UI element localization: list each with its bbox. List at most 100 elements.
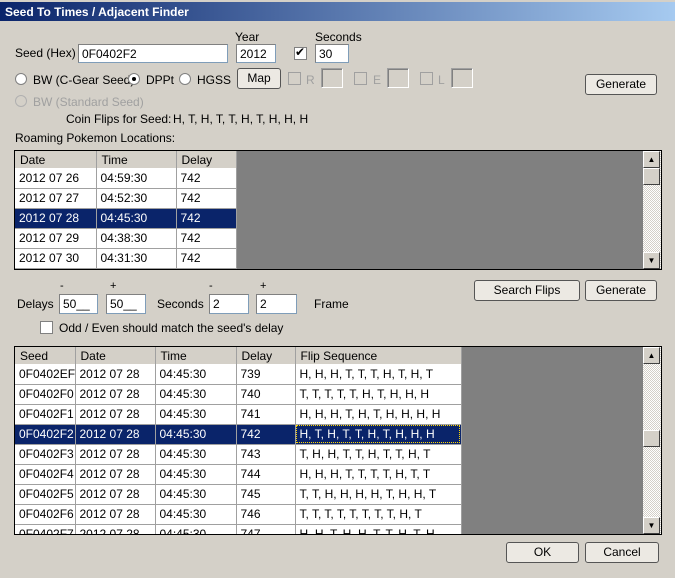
table-cell[interactable]: 2012 07 28: [75, 464, 156, 485]
table-cell[interactable]: 04:31:30: [96, 248, 177, 269]
table-row[interactable]: 0F0402F6 2012 07 28 04:45:30 746 T, T, T, T,…: [15, 504, 462, 525]
table-cell[interactable]: T, T, T, T, T, H, T, H, H, H: [295, 384, 462, 405]
scroll-thumb[interactable]: [643, 168, 660, 185]
seed-input[interactable]: 0F0402F2: [78, 44, 228, 63]
table-cell[interactable]: 744: [236, 464, 296, 485]
column-header[interactable]: Seed: [15, 347, 76, 364]
table-row[interactable]: 0F0402F5 2012 07 28 04:45:30 745 T, T, H, H,…: [15, 484, 462, 505]
delay-minus-input[interactable]: 50__: [59, 294, 98, 314]
table-cell[interactable]: 0F0402F6: [15, 504, 76, 525]
seconds-input[interactable]: 30: [315, 44, 349, 63]
table-row[interactable]: 2012 07 27 04:52:30 742: [15, 188, 237, 209]
table-row[interactable]: 0F0402F7 2012 07 28 04:45:30 747 H, H, T, H,…: [15, 524, 462, 534]
table-cell[interactable]: 2012 07 28: [15, 208, 97, 229]
table-cell[interactable]: 04:59:30: [96, 168, 177, 189]
seconds-plus-input[interactable]: 2: [256, 294, 297, 314]
table-cell[interactable]: 0F0402F2: [15, 424, 76, 445]
table-cell[interactable]: H, H, H, T, T, T, T, H, T, T: [295, 464, 462, 485]
table-cell[interactable]: 742: [176, 168, 237, 189]
table-cell[interactable]: 742: [176, 248, 237, 269]
ok-button[interactable]: OK: [506, 542, 579, 563]
table-cell[interactable]: 2012 07 28: [75, 384, 156, 405]
seconds-minus-input[interactable]: 2: [209, 294, 249, 314]
table-cell[interactable]: 04:45:30: [155, 524, 237, 534]
cancel-button[interactable]: Cancel: [585, 542, 659, 563]
table-row[interactable]: 0F0402F3 2012 07 28 04:45:30 743 T, H, H, T,…: [15, 444, 462, 465]
table-cell[interactable]: 746: [236, 504, 296, 525]
table-row[interactable]: 2012 07 29 04:38:30 742: [15, 228, 237, 249]
table-row[interactable]: 0F0402F0 2012 07 28 04:45:30 740 T, T, T, T,…: [15, 384, 462, 405]
table-cell[interactable]: 04:45:30: [155, 484, 237, 505]
radio-hgss[interactable]: [179, 73, 191, 85]
table-cell[interactable]: 740: [236, 384, 296, 405]
column-header[interactable]: Delay: [236, 347, 296, 364]
radio-dppt[interactable]: [128, 73, 140, 85]
results-scrollbar[interactable]: ▲ ▼: [643, 347, 661, 534]
table-cell[interactable]: 2012 07 28: [75, 484, 156, 505]
table-cell[interactable]: 04:45:30: [155, 364, 237, 385]
table-cell[interactable]: 0F0402F0: [15, 384, 76, 405]
column-header[interactable]: Time: [96, 151, 177, 168]
table-cell[interactable]: 04:45:30: [155, 444, 237, 465]
odd-even-checkbox[interactable]: [40, 321, 53, 334]
table-cell[interactable]: 739: [236, 364, 296, 385]
table-row[interactable]: 0F0402F4 2012 07 28 04:45:30 744 H, H, H, T,…: [15, 464, 462, 485]
table-cell[interactable]: T, T, H, H, H, H, T, H, H, T: [295, 484, 462, 505]
roaming-scrollbar[interactable]: ▲ ▼: [643, 151, 661, 269]
table-cell[interactable]: 742: [176, 208, 237, 229]
table-cell[interactable]: H, T, H, T, T, H, T, H, H, H: [295, 424, 462, 445]
seconds-checkbox[interactable]: [294, 45, 307, 60]
table-cell[interactable]: 2012 07 28: [75, 444, 156, 465]
table-cell[interactable]: 0F0402EF: [15, 364, 76, 385]
table-cell[interactable]: 0F0402F7: [15, 524, 76, 534]
table-cell[interactable]: 742: [236, 424, 296, 445]
table-cell[interactable]: 0F0402F4: [15, 464, 76, 485]
table-cell[interactable]: 2012 07 27: [15, 188, 97, 209]
table-cell[interactable]: 04:45:30: [155, 404, 237, 425]
radio-bw-cgear[interactable]: [15, 73, 27, 85]
table-cell[interactable]: 0F0402F5: [15, 484, 76, 505]
table-cell[interactable]: 2012 07 28: [75, 364, 156, 385]
search-flips-button[interactable]: Search Flips: [474, 280, 580, 301]
map-button[interactable]: Map: [237, 68, 281, 89]
table-row[interactable]: 0F0402F1 2012 07 28 04:45:30 741 H, H, H, T,…: [15, 404, 462, 425]
table-cell[interactable]: 04:52:30: [96, 188, 177, 209]
roamer-r-checkbox[interactable]: [288, 72, 301, 85]
generate-button-bottom[interactable]: Generate: [585, 280, 657, 301]
table-cell[interactable]: 2012 07 26: [15, 168, 97, 189]
table-cell[interactable]: 2012 07 28: [75, 524, 156, 534]
table-cell[interactable]: H, H, H, T, H, T, H, H, H, H: [295, 404, 462, 425]
scroll-up-icon[interactable]: ▲: [643, 347, 660, 364]
radio-bw-standard[interactable]: [15, 95, 27, 107]
column-header[interactable]: Delay: [176, 151, 237, 168]
generate-button-top[interactable]: Generate: [585, 74, 657, 95]
table-cell[interactable]: H, H, H, T, T, T, H, T, H, T: [295, 364, 462, 385]
roamer-l-checkbox[interactable]: [420, 72, 433, 85]
table-cell[interactable]: 04:38:30: [96, 228, 177, 249]
scroll-down-icon[interactable]: ▼: [643, 517, 660, 534]
column-header[interactable]: Date: [15, 151, 97, 168]
scroll-thumb[interactable]: [643, 430, 660, 447]
table-cell[interactable]: H, H, T, H, H, T, T, H, T, H: [295, 524, 462, 534]
roamer-e-checkbox[interactable]: [354, 72, 367, 85]
table-cell[interactable]: 745: [236, 484, 296, 505]
table-row[interactable]: 2012 07 30 04:31:30 742: [15, 248, 237, 269]
table-cell[interactable]: 741: [236, 404, 296, 425]
table-cell[interactable]: 2012 07 28: [75, 504, 156, 525]
year-input[interactable]: 2012: [236, 44, 276, 63]
table-cell[interactable]: 2012 07 30: [15, 248, 97, 269]
table-row[interactable]: 2012 07 26 04:59:30 742: [15, 168, 237, 189]
table-cell[interactable]: 04:45:30: [96, 208, 177, 229]
table-cell[interactable]: 0F0402F3: [15, 444, 76, 465]
table-cell[interactable]: 2012 07 28: [75, 404, 156, 425]
table-cell[interactable]: T, H, H, T, T, H, T, T, H, T: [295, 444, 462, 465]
roaming-grid[interactable]: Date Time Delay 2012 07 26 04:59:30 742 2012 0…: [14, 150, 662, 270]
table-cell[interactable]: 04:45:30: [155, 504, 237, 525]
column-header[interactable]: Date: [75, 347, 156, 364]
scroll-up-icon[interactable]: ▲: [643, 151, 660, 168]
table-cell[interactable]: 0F0402F1: [15, 404, 76, 425]
column-header[interactable]: Flip Sequence: [295, 347, 462, 364]
table-cell[interactable]: 04:45:30: [155, 424, 237, 445]
table-cell[interactable]: 742: [176, 188, 237, 209]
results-grid[interactable]: Seed Date Time Delay Flip Sequence 0F0402EF 20…: [14, 346, 662, 535]
